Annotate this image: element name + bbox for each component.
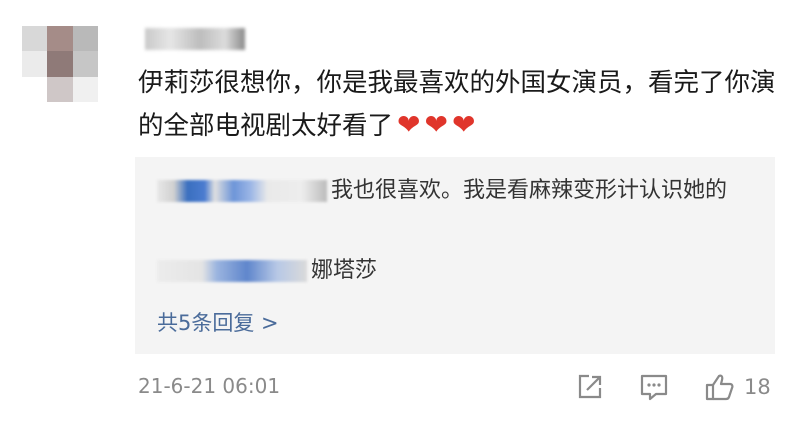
comment-text: 伊莉莎很想你，你是我最喜欢的外国女演员，看完了你演的全部电视剧太好看了 ❤ ❤ ❤: [138, 62, 778, 147]
reply-first-text: 我也很喜欢。我是看麻辣变形计认识她的: [331, 178, 728, 203]
heart-emoji: ❤: [397, 108, 421, 141]
share-icon: [575, 372, 605, 402]
replies-box: 我也很喜欢。我是看麻辣变形计认识她的 娜塔莎 共5条回复 >: [135, 157, 775, 354]
like-count: 18: [744, 375, 771, 399]
timestamp: 21-6-21 06:01: [138, 374, 281, 398]
reply-first: 我也很喜欢。我是看麻辣变形计认识她的: [157, 171, 757, 211]
reply-username-blurred[interactable]: [157, 180, 327, 202]
comment-icon: [638, 372, 670, 402]
share-button[interactable]: [575, 370, 605, 404]
like-button[interactable]: 18: [704, 370, 771, 404]
avatar[interactable]: [22, 26, 98, 102]
reply-username-blurred[interactable]: [157, 260, 307, 282]
reply-second-text: 娜塔莎: [311, 258, 378, 283]
heart-emoji: ❤: [451, 108, 476, 141]
username-blurred[interactable]: [145, 28, 245, 50]
reply-second: 娜塔莎: [157, 251, 757, 291]
comment-button[interactable]: [638, 370, 670, 404]
more-replies-link[interactable]: 共5条回复 >: [157, 307, 279, 337]
like-icon: [704, 372, 736, 402]
heart-emoji: ❤: [424, 108, 448, 141]
